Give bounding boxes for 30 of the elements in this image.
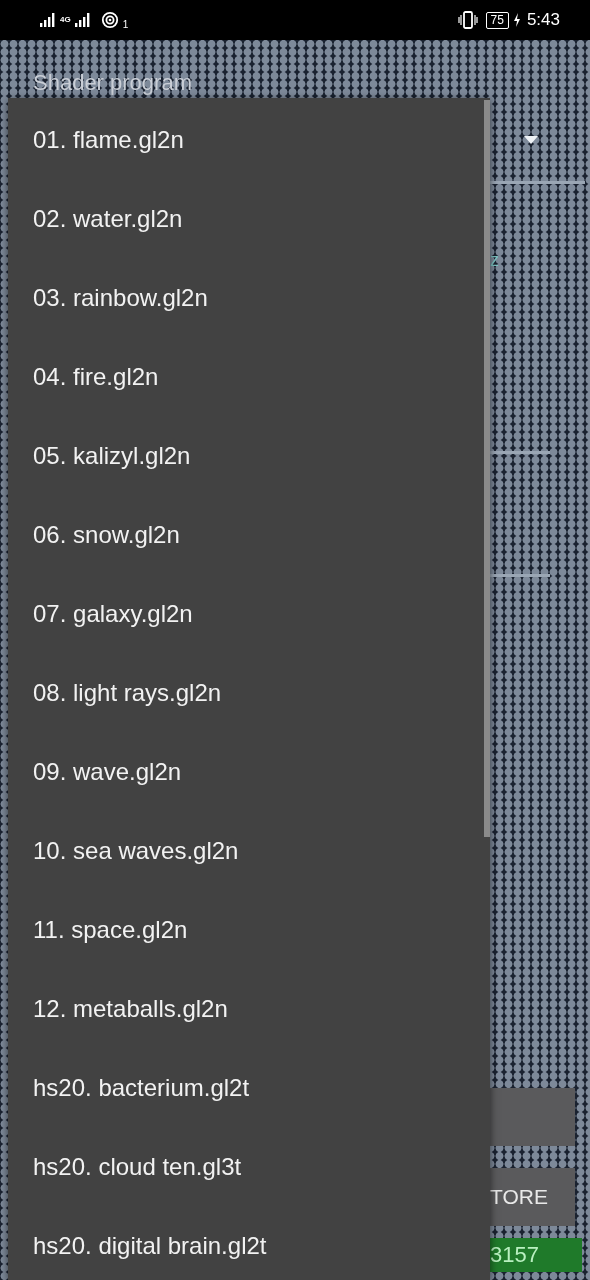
network-type: 4G [60,16,71,24]
clock: 5:43 [526,10,560,30]
menu-item[interactable]: 05. kalizyl.gl2n [8,416,484,495]
menu-item[interactable]: hs20. digital brain.gl2t [8,1206,484,1280]
menu-item[interactable]: 04. fire.gl2n [8,337,484,416]
hotspot-count: 1 [122,18,129,30]
menu-item[interactable]: 12. metaballs.gl2n [8,969,484,1048]
field-label: Shader program [33,70,192,96]
menu-item[interactable]: 11. space.gl2n [8,890,484,969]
menu-item[interactable]: 06. snow.gl2n [8,495,484,574]
menu-item[interactable]: 07. galaxy.gl2n [8,574,484,653]
menu-item[interactable]: 01. flame.gl2n [8,100,484,179]
menu-item[interactable]: 10. sea waves.gl2n [8,811,484,890]
signal-icon [40,13,56,27]
menu-item[interactable]: hs20. bacterium.gl2t [8,1048,484,1127]
dropdown-arrow-icon [524,136,538,144]
charging-icon [512,13,521,27]
field-text: z [490,250,499,271]
vibrate-icon [457,11,478,29]
menu-item[interactable]: 08. light rays.gl2n [8,653,484,732]
restore-button[interactable]: TORE [490,1168,575,1226]
menu-item[interactable]: 02. water.gl2n [8,179,484,258]
menu-item[interactable]: 09. wave.gl2n [8,732,484,811]
hotspot-icon [100,11,119,29]
counter-bar: 3157 [490,1238,582,1272]
battery-level: 75 [485,11,509,29]
menu-item[interactable]: 03. rainbow.gl2n [8,258,484,337]
menu-item[interactable]: hs20. cloud ten.gl3t [8,1127,484,1206]
signal-icon [74,13,91,27]
button[interactable] [490,1088,575,1146]
